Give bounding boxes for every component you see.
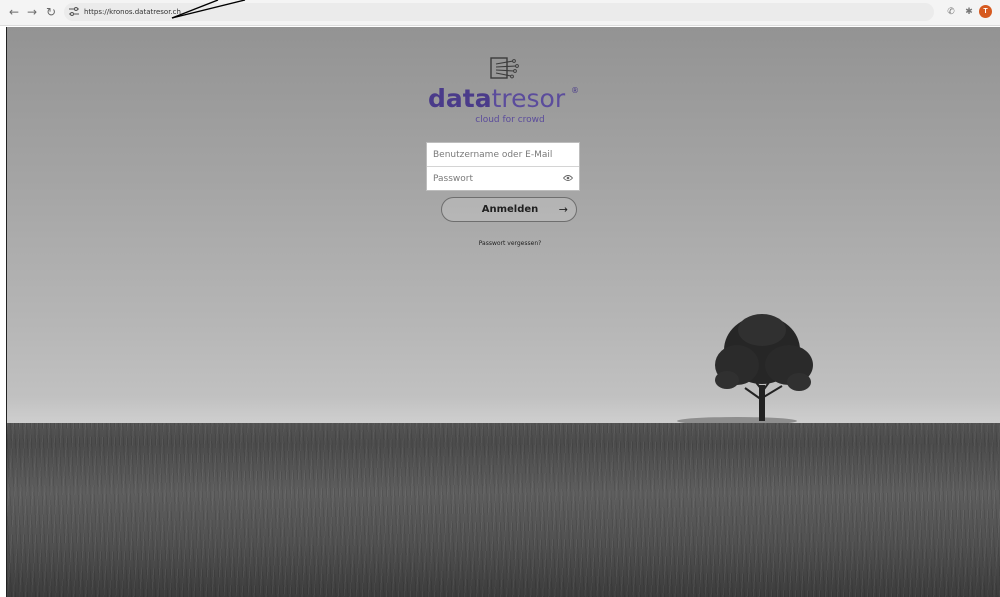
browser-toolbar: ← → ↻ https://kronos.datatresor.ch ✆ ✱ T — [0, 0, 1000, 26]
forward-arrow-icon[interactable]: → — [24, 4, 40, 20]
extensions-puzzle-icon[interactable]: ✱ — [960, 3, 978, 21]
browser-window: ← → ↻ https://kronos.datatresor.ch ✆ ✱ T — [0, 0, 1000, 597]
site-settings-icon[interactable] — [68, 6, 80, 18]
url-text[interactable]: https://kronos.datatresor.ch — [84, 6, 181, 18]
datatresor-logo-icon — [490, 57, 519, 79]
login-button[interactable]: Anmelden → — [441, 197, 577, 222]
login-form — [426, 142, 580, 191]
brand-wordmark: datatresor — [428, 82, 578, 116]
address-bar[interactable]: https://kronos.datatresor.ch — [64, 3, 934, 21]
login-button-label: Anmelden — [481, 204, 539, 215]
username-input[interactable] — [427, 143, 579, 167]
brand-tagline: cloud for crowd — [475, 115, 545, 125]
back-arrow-icon[interactable]: ← — [6, 4, 22, 20]
brand-light: tresor — [491, 84, 566, 113]
arrow-right-icon: → — [558, 203, 568, 216]
show-password-eye-icon[interactable] — [563, 174, 573, 182]
reload-icon[interactable]: ↻ — [43, 4, 59, 20]
password-input[interactable] — [427, 167, 579, 190]
brand-bold: data — [428, 84, 492, 113]
footer-text — [447, 565, 587, 572]
phone-icon[interactable]: ✆ — [942, 3, 960, 21]
tree-silhouette — [715, 314, 813, 421]
forgot-password-link[interactable]: Passwort vergessen? — [460, 240, 560, 247]
profile-avatar[interactable]: T — [979, 5, 992, 18]
brand-registered-mark: ® — [571, 86, 579, 95]
